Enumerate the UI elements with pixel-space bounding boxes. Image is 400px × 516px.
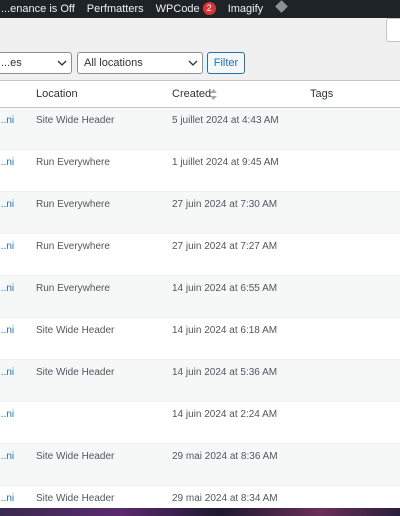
wpcode-count-badge: 2 xyxy=(202,2,216,15)
imagify-item[interactable]: Imagify xyxy=(222,0,269,18)
location-cell: Site Wide Header xyxy=(36,325,115,336)
snippet-name-link[interactable]: ...ni xyxy=(0,409,14,420)
perfmatters-item[interactable]: Perfmatters xyxy=(81,0,150,18)
main-content: ...es All locations Filter Location Crea… xyxy=(0,18,400,508)
diamond-menu-item[interactable] xyxy=(269,0,292,18)
location-filter-select[interactable]: All locations xyxy=(77,52,203,74)
location-cell: Site Wide Header xyxy=(36,493,115,504)
snippet-name-link[interactable]: ...ni xyxy=(0,157,14,168)
snippets-table: Location Created Tags ...ni Site Wide He… xyxy=(0,80,400,508)
location-cell: Run Everywhere xyxy=(36,283,110,294)
table-row[interactable]: ...ni Run Everywhere 27 juin 2024 at 7:3… xyxy=(0,192,400,234)
snippet-name-link[interactable]: ...ni xyxy=(0,115,14,126)
snippet-name-link[interactable]: ...ni xyxy=(0,451,14,462)
column-header-location: Location xyxy=(36,88,78,100)
table-row[interactable]: ...ni Run Everywhere 14 juin 2024 at 6:5… xyxy=(0,276,400,318)
dock-strip xyxy=(0,508,400,516)
maintenance-status-item[interactable]: ...enance is Off xyxy=(0,0,81,18)
table-row[interactable]: ...ni Run Everywhere 27 juin 2024 at 7:2… xyxy=(0,234,400,276)
created-cell: 1 juillet 2024 at 9:45 AM xyxy=(172,157,279,168)
wpcode-label: WPCode xyxy=(155,3,200,15)
column-header-created[interactable]: Created xyxy=(172,88,211,100)
snippet-name-link[interactable]: ...ni xyxy=(0,283,14,294)
type-filter-value: ...es xyxy=(1,57,22,69)
created-cell: 14 juin 2024 at 6:55 AM xyxy=(172,283,278,294)
created-cell: 29 mai 2024 at 8:36 AM xyxy=(172,451,278,462)
snippet-name-link[interactable]: ...ni xyxy=(0,199,14,210)
snippet-name-link[interactable]: ...ni xyxy=(0,325,14,336)
chevron-down-icon xyxy=(57,60,67,66)
created-cell: 5 juillet 2024 at 4:43 AM xyxy=(172,115,279,126)
location-cell: Site Wide Header xyxy=(36,115,115,126)
table-row[interactable]: ...ni Site Wide Header 5 juillet 2024 at… xyxy=(0,108,400,150)
created-cell: 27 juin 2024 at 7:27 AM xyxy=(172,241,278,252)
created-cell: 14 juin 2024 at 2:24 AM xyxy=(172,409,278,420)
created-cell: 29 mai 2024 at 8:34 AM xyxy=(172,493,278,504)
diamond-icon xyxy=(275,0,289,13)
location-cell: Site Wide Header xyxy=(36,451,115,462)
table-row[interactable]: ...ni Site Wide Header 14 juin 2024 at 5… xyxy=(0,360,400,402)
wpcode-item[interactable]: WPCode 2 xyxy=(150,0,222,18)
filter-button[interactable]: Filter xyxy=(207,52,245,74)
screen-options-button[interactable] xyxy=(386,18,400,42)
column-header-tags: Tags xyxy=(310,88,334,100)
table-row[interactable]: ...ni Site Wide Header 14 juin 2024 at 6… xyxy=(0,318,400,360)
table-row[interactable]: ...ni Site Wide Header 29 mai 2024 at 8:… xyxy=(0,486,400,508)
table-header: Location Created Tags xyxy=(0,81,400,108)
location-cell: Run Everywhere xyxy=(36,157,110,168)
table-row[interactable]: ...ni Site Wide Header 29 mai 2024 at 8:… xyxy=(0,444,400,486)
created-cell: 14 juin 2024 at 5:36 AM xyxy=(172,367,278,378)
location-cell: Site Wide Header xyxy=(36,367,115,378)
snippet-name-link[interactable]: ...ni xyxy=(0,367,14,378)
table-row[interactable]: ...ni 14 juin 2024 at 2:24 AM xyxy=(0,402,400,444)
snippet-name-link[interactable]: ...ni xyxy=(0,493,14,504)
table-body: ...ni Site Wide Header 5 juillet 2024 at… xyxy=(0,108,400,508)
type-filter-select[interactable]: ...es xyxy=(0,52,72,74)
location-cell: Run Everywhere xyxy=(36,241,110,252)
created-cell: 27 juin 2024 at 7:30 AM xyxy=(172,199,278,210)
location-cell: Run Everywhere xyxy=(36,199,110,210)
chevron-down-icon xyxy=(188,60,198,66)
snippet-name-link[interactable]: ...ni xyxy=(0,241,14,252)
sort-icon[interactable] xyxy=(210,89,217,100)
location-filter-value: All locations xyxy=(84,57,143,69)
admin-bar: ...enance is Off Perfmatters WPCode 2 Ima… xyxy=(0,0,400,18)
table-row[interactable]: ...ni Run Everywhere 1 juillet 2024 at 9… xyxy=(0,150,400,192)
created-cell: 14 juin 2024 at 6:18 AM xyxy=(172,325,278,336)
